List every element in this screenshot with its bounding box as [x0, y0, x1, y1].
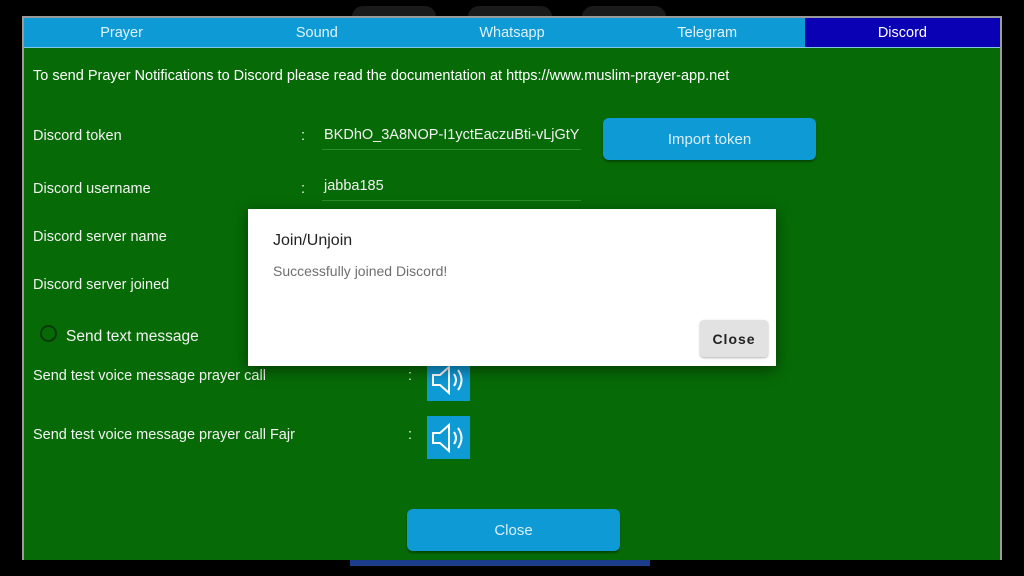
- join-dialog: Join/Unjoin Successfully joined Discord!…: [248, 209, 776, 366]
- dialog-message: Successfully joined Discord!: [273, 263, 448, 279]
- dialog-title: Join/Unjoin: [273, 232, 353, 249]
- dialog-close-button[interactable]: Close: [700, 320, 768, 357]
